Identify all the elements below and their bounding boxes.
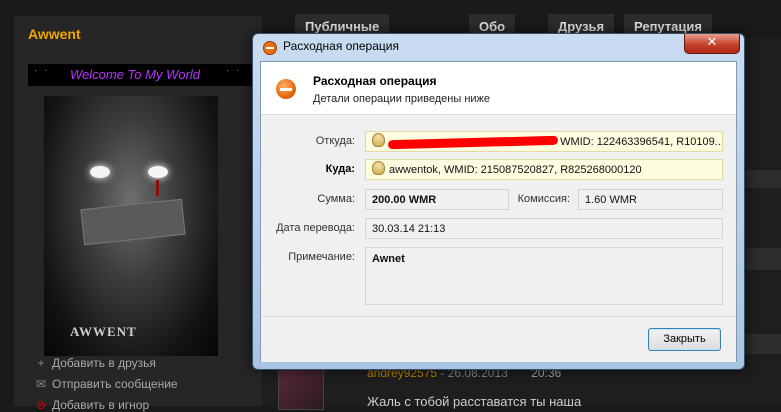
send-message-link[interactable]: ✉ Отправить сообщение [34,377,178,391]
comment-text: Жаль с тобой расставатся ты наша [367,394,582,409]
plus-icon: + [37,356,45,370]
redaction-mark [387,135,559,150]
dialog-header: Расходная операция Детали операции приве… [261,62,736,115]
dialog-title: Расходная операция [283,39,399,53]
note-field[interactable]: Awnet [365,247,723,305]
header-title: Расходная операция [313,74,437,88]
envelope-icon: ✉ [35,377,47,391]
header-subtitle: Детали операции приведены ниже [313,93,491,105]
date-field[interactable]: 30.03.14 21:13 [365,218,723,239]
fee-field[interactable]: 1.60 WMR [578,189,723,210]
welcome-text: Welcome To My World [70,67,201,82]
add-friend-label: Добавить в друзья [52,356,156,370]
avatar-signature: AWWENT [70,324,137,339]
add-friend-link[interactable]: + Добавить в друзья [34,356,156,370]
dialog-titlebar[interactable]: Расходная операция ✕ [253,34,744,60]
minus-circle-icon [276,79,296,99]
block-icon: ⊘ [35,398,47,412]
profile-username[interactable]: Awwent [28,26,81,42]
add-ignore-link[interactable]: ⊘ Добавить в игнор [34,398,149,412]
from-value: WMID: 122463396541, R10109... [560,136,723,148]
avatar-tape [80,198,186,246]
to-field[interactable]: awwentok, WMID: 215087520827, R825268000… [365,159,723,180]
from-field[interactable]: WMID: 122463396541, R10109... [365,131,723,152]
avatar-eye-left [90,166,110,178]
date-label: Дата перевода: [276,222,355,234]
amount-field[interactable]: 200.00 WMR [365,189,509,210]
note-label: Примечание: [288,251,355,263]
avatar-blood-mark [156,180,159,196]
amount-label: Сумма: [317,193,355,205]
close-button[interactable]: ✕ [684,34,740,54]
add-ignore-label: Добавить в игнор [52,398,150,412]
profile-avatar: AWWENT [44,96,218,356]
fee-label: Комиссия: [517,193,570,205]
to-label: Куда: [325,163,355,175]
wm-wallet-icon [372,161,385,175]
to-value: awwentok, WMID: 215087520827, R825268000… [389,164,642,176]
close-dialog-button[interactable]: Закрыть [648,328,721,351]
welcome-dots-right: · · [226,66,242,77]
send-message-label: Отправить сообщение [52,377,178,391]
wm-wallet-icon [372,133,385,147]
dialog-button-bar: Закрыть [261,316,736,362]
welcome-dots-left: · · [34,66,50,77]
comment-avatar[interactable] [278,368,324,410]
welcome-banner: · · Welcome To My World · · [28,64,258,86]
from-label: Откуда: [315,135,355,147]
operation-icon [263,41,277,55]
expense-operation-dialog: Расходная операция ✕ Расходная операция … [252,33,745,370]
profile-sidebar: Awwent · · Welcome To My World · · AWWEN… [14,16,262,412]
dialog-body: Расходная операция Детали операции приве… [260,61,737,362]
avatar-eye-right [148,166,168,178]
